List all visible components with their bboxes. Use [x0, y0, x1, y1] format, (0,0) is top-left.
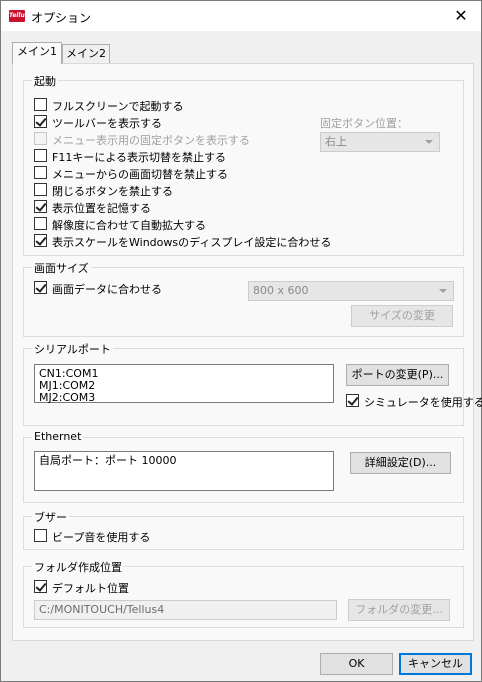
- folder-path-field: C:/MONITOUCH/Tellus4: [34, 600, 337, 620]
- checkbox-label: 表示スケールをWindowsのディスプレイ設定に合わせる: [52, 236, 332, 249]
- change-port-button[interactable]: ポートの変更(P)...: [346, 364, 449, 386]
- chevron-down-icon: [439, 289, 447, 293]
- screen-size-select: 800 x 600: [248, 281, 454, 301]
- ethernet-group: Ethernet 自局ポート：ポート 10000 詳細設定(D)...: [23, 430, 464, 503]
- options-dialog: Tellus オプション ✕ メイン1 メイン2 起動 フルスクリーンで起動する…: [0, 0, 482, 682]
- checkbox[interactable]: [34, 200, 47, 213]
- list-item[interactable]: MJ2:COM3: [39, 392, 329, 404]
- serial-port-group-title: シリアルポート: [32, 341, 113, 357]
- folder-group-title: フォルダ作成位置: [32, 559, 124, 575]
- checkbox[interactable]: [34, 580, 47, 593]
- app-icon: Tellus: [9, 10, 28, 22]
- fixed-button-position-select: 右上: [320, 132, 440, 152]
- checkbox-label: フルスクリーンで起動する: [52, 100, 184, 113]
- checkbox-label: ツールバーを表示する: [52, 117, 162, 130]
- change-size-button: サイズの変更: [351, 305, 453, 327]
- startup-group-title: 起動: [32, 73, 58, 89]
- checkbox: [34, 132, 47, 145]
- buzzer-group: ブザー ビープ音を使用する: [23, 509, 464, 550]
- ethernet-group-title: Ethernet: [32, 430, 84, 443]
- tab-main1[interactable]: メイン1: [12, 42, 62, 64]
- serial-port-group: シリアルポート CN1:COM1 MJ1:COM2 MJ2:COM3 ポートの変…: [23, 341, 482, 426]
- checkbox[interactable]: [346, 394, 359, 407]
- serial-port-list[interactable]: CN1:COM1 MJ1:COM2 MJ2:COM3: [34, 364, 334, 404]
- checkbox-label: 閉じるボタンを禁止する: [52, 185, 173, 198]
- checkbox[interactable]: [34, 149, 47, 162]
- checkbox-label: 表示位置を記憶する: [52, 202, 151, 215]
- ethernet-list[interactable]: 自局ポート：ポート 10000: [34, 451, 334, 491]
- tab-main1-label: メイン1: [17, 45, 57, 58]
- screen-size-group-title: 画面サイズ: [32, 260, 91, 276]
- checkbox[interactable]: [34, 529, 47, 542]
- tab-panel-main1: 起動 フルスクリーンで起動する ツールバーを表示する メニュー表示用の固定ボタン…: [12, 63, 482, 641]
- screen-size-value: 800 x 600: [253, 284, 309, 297]
- checkbox[interactable]: [34, 217, 47, 230]
- change-folder-button: フォルダの変更...: [348, 599, 450, 621]
- checkbox-label: デフォルト位置: [52, 582, 129, 595]
- checkbox-label: F11キーによる表示切替を禁止する: [52, 151, 226, 164]
- details-button[interactable]: 詳細設定(D)...: [350, 452, 451, 474]
- checkbox-label: メニュー表示用の固定ボタンを表示する: [52, 134, 250, 147]
- checkbox-label: 画面データに合わせる: [52, 283, 162, 296]
- checkbox[interactable]: [34, 234, 47, 247]
- startup-group: 起動 フルスクリーンで起動する ツールバーを表示する メニュー表示用の固定ボタン…: [23, 73, 464, 256]
- cancel-button-label: キャンセル: [408, 657, 463, 670]
- screen-size-group: 画面サイズ 画面データに合わせる 800 x 600 サイズの変更: [23, 260, 464, 337]
- folder-path-value: C:/MONITOUCH/Tellus4: [39, 603, 165, 616]
- tab-main2[interactable]: メイン2: [62, 44, 110, 64]
- checkbox[interactable]: [34, 281, 47, 294]
- checkbox[interactable]: [34, 183, 47, 196]
- checkbox-label: メニューからの画面切替を禁止する: [52, 168, 228, 181]
- checkbox[interactable]: [34, 166, 47, 179]
- checkbox[interactable]: [34, 115, 47, 128]
- details-button-label: 詳細設定(D)...: [364, 456, 437, 469]
- checkbox-label: ビープ音を使用する: [52, 531, 151, 544]
- tab-main2-label: メイン2: [66, 47, 106, 60]
- cancel-button[interactable]: キャンセル: [399, 653, 472, 675]
- checkbox-label: 解像度に合わせて自動拡大する: [52, 219, 206, 232]
- fixed-button-position-value: 右上: [325, 135, 347, 148]
- ok-button-label: OK: [348, 657, 365, 670]
- list-item[interactable]: 自局ポート：ポート 10000: [39, 455, 329, 467]
- change-port-button-label: ポートの変更(P)...: [351, 368, 444, 381]
- change-size-button-label: サイズの変更: [369, 309, 435, 322]
- close-icon: ✕: [454, 6, 468, 25]
- checkbox[interactable]: [34, 98, 47, 111]
- checkbox-label: シミュレータを使用する: [364, 396, 482, 409]
- folder-group: フォルダ作成位置 デフォルト位置 C:/MONITOUCH/Tellus4 フォ…: [23, 559, 464, 628]
- window-title: オプション: [31, 11, 92, 25]
- change-folder-button-label: フォルダの変更...: [355, 603, 443, 616]
- ok-button[interactable]: OK: [320, 653, 393, 675]
- title-bar: Tellus オプション ✕: [1, 1, 481, 31]
- close-button[interactable]: ✕: [441, 1, 481, 31]
- fixed-button-position-label: 固定ボタン位置：: [320, 117, 408, 130]
- buzzer-group-title: ブザー: [32, 509, 69, 525]
- chevron-down-icon: [425, 140, 433, 144]
